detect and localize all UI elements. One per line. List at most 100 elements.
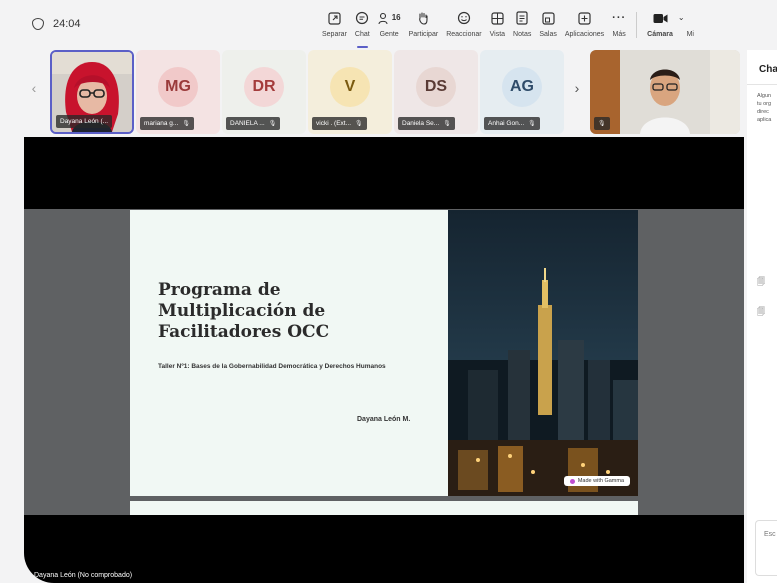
apps-label: Aplicaciones: [564, 31, 605, 38]
avatar-initials: DR: [244, 67, 284, 107]
mic-label: Mi: [686, 31, 694, 38]
next-slide-edge: [130, 501, 638, 515]
participant-tile-daniela-r[interactable]: DR DANIELA ... 🎙: [222, 50, 306, 134]
react-icon: [457, 8, 471, 28]
mic-muted-icon: 🎙: [528, 121, 536, 127]
participant-name-tag: vicki . (Ext... 🎙: [312, 117, 367, 130]
participant-name-tag: mariana g... 🎙: [140, 117, 194, 130]
people-count: 16: [391, 13, 401, 22]
notes-button[interactable]: Notas: [509, 8, 535, 46]
self-video: [590, 50, 740, 134]
participant-name: DANIELA ...: [230, 120, 265, 127]
mic-muted-icon: 🎙: [182, 121, 190, 127]
shield-icon: [32, 18, 44, 30]
notes-label: Notas: [513, 31, 532, 38]
participant-tile-vicki[interactable]: V vicki . (Ext... 🎙: [308, 50, 392, 134]
raise-hand-label: Participar: [408, 31, 439, 38]
chat-label: Chat: [354, 31, 370, 38]
chat-button[interactable]: Chat: [351, 8, 374, 48]
timer-text: 24:04: [53, 18, 81, 30]
people-label: Gente: [379, 31, 399, 38]
participant-tile-daniela-s[interactable]: DS Daniela Se... 🎙: [394, 50, 478, 134]
view-icon: [491, 8, 504, 28]
people-button[interactable]: 16 Gente: [374, 8, 405, 46]
toolbar-actions: Separar Chat 16 Gente Participar Reaccio…: [318, 8, 695, 48]
chevron-down-icon: ⌄: [677, 13, 685, 22]
raise-hand-icon: [417, 8, 430, 28]
participant-name: Dayana León (...: [60, 118, 109, 125]
chat-notice-line: aplica: [757, 117, 772, 123]
gamma-logo-icon: [569, 478, 575, 484]
toolbar-divider: [636, 12, 638, 38]
view-button[interactable]: Vista: [486, 8, 509, 46]
avatar-initials: DS: [416, 67, 456, 107]
participant-tile-anhai[interactable]: AG Anhai Gon... 🎙: [480, 50, 564, 134]
avatar-initials: MG: [158, 67, 198, 107]
popout-label: Separar: [322, 31, 347, 38]
rooms-icon: [541, 8, 555, 28]
camera-label: Cámara: [647, 31, 673, 38]
participant-name-tag: DANIELA ... 🎙: [226, 117, 281, 130]
more-icon: ···: [612, 11, 627, 24]
mic-muted-icon: 🎙: [268, 121, 277, 127]
rooms-button[interactable]: Salas: [535, 8, 561, 46]
participant-name-tag: Daniela Se... 🎙: [398, 117, 455, 130]
mic-button[interactable]: Mi: [686, 8, 695, 46]
participant-tile-mariana[interactable]: MG mariana g... 🎙: [136, 50, 220, 134]
mic-muted-icon: 🎙: [443, 121, 451, 127]
chat-notice-line: direc: [757, 109, 769, 115]
participant-name: mariana g...: [144, 120, 179, 127]
camera-options-button[interactable]: ⌄: [677, 8, 686, 46]
popout-button[interactable]: Separar: [318, 8, 351, 46]
participant-tile-video[interactable]: Dayana León (...: [50, 50, 134, 134]
raise-hand-button[interactable]: Participar: [405, 8, 443, 46]
strip-prev-button[interactable]: ‹: [24, 80, 44, 96]
self-video-tile[interactable]: 🎙: [590, 50, 740, 134]
meeting-window: 24:04 Separar Chat 16 Gente Participar R…: [0, 0, 777, 583]
apps-button[interactable]: Aplicaciones: [561, 8, 608, 46]
participant-name: Daniela Se...: [402, 120, 440, 127]
slide-title: Programa de Multiplicación de Facilitado…: [158, 280, 330, 342]
chat-notice: Algun tu org direc aplica: [757, 92, 777, 124]
chat-panel: Cha Algun tu org direc aplica 🗐 🗐 Esc: [747, 50, 777, 583]
chat-title: Cha: [759, 64, 777, 75]
chat-notice-line: Algun: [757, 93, 772, 99]
notes-icon: [516, 8, 528, 28]
apps-icon: [578, 8, 591, 28]
slide-author: Dayana León M.: [357, 416, 411, 423]
slide-subtitle: Taller Nº1: Bases de la Gobernabilidad D…: [158, 363, 386, 370]
recording-file-icon[interactable]: 🗐: [757, 276, 765, 290]
chat-input-placeholder: Esc: [764, 531, 776, 538]
rooms-label: Salas: [539, 31, 557, 38]
slide-city-image: Made with Gamma: [448, 210, 638, 496]
chat-notice-line: tu org: [757, 101, 772, 107]
shared-screen: Programa de Multiplicación de Facilitado…: [24, 137, 744, 583]
mic-muted-icon: 🎙: [355, 121, 363, 127]
participant-name: Anhai Gon...: [488, 120, 525, 127]
presenter-label: Dayana León (No comprobado): [34, 572, 133, 579]
camera-icon: [653, 8, 668, 28]
avatar-initials: V: [330, 67, 370, 107]
people-icon: 16: [378, 8, 401, 28]
chat-input[interactable]: Esc: [755, 520, 777, 576]
slide-text-area: Programa de Multiplicación de Facilitado…: [130, 210, 448, 496]
mic-muted-icon: 🎙: [598, 121, 606, 127]
participant-name: vicki . (Ext...: [316, 120, 352, 127]
presentation-slide: Programa de Multiplicación de Facilitado…: [130, 210, 638, 496]
view-label: Vista: [489, 31, 506, 38]
more-label: Más: [612, 31, 626, 38]
popout-icon: [328, 8, 341, 28]
camera-button[interactable]: Cámara: [643, 8, 677, 46]
strip-next-button[interactable]: ›: [567, 80, 587, 96]
chat-divider: [747, 84, 777, 85]
badge-text: Made with Gamma: [577, 478, 624, 484]
self-name-tag: 🎙: [594, 117, 610, 130]
meeting-timer: 24:04: [32, 18, 81, 30]
made-with-gamma-badge[interactable]: Made with Gamma: [563, 476, 630, 486]
recording-file-icon[interactable]: 🗐: [757, 306, 765, 320]
more-button[interactable]: ··· Más: [608, 8, 630, 46]
participant-name-tag: Dayana León (...: [56, 115, 113, 128]
react-label: Reaccionar: [446, 31, 482, 38]
city-skyline-image: [448, 210, 638, 496]
react-button[interactable]: Reaccionar: [442, 8, 485, 46]
